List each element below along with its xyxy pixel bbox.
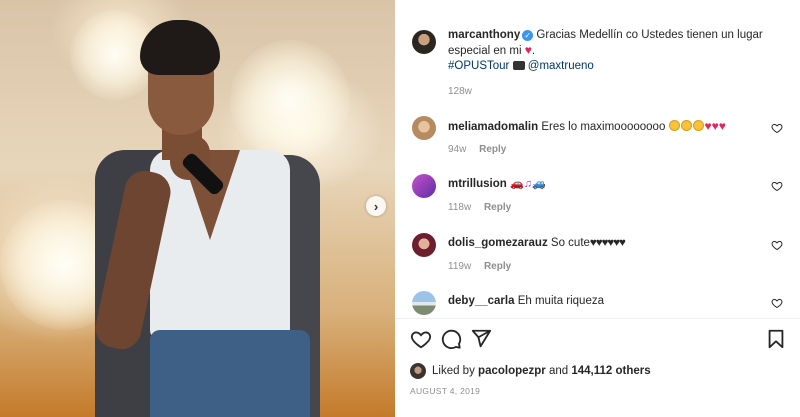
comment-text: mtrillusion 🚗♫🚙	[448, 177, 768, 192]
comment-icon[interactable]	[440, 328, 462, 350]
avatar[interactable]	[412, 30, 436, 54]
avatar[interactable]	[412, 233, 436, 257]
chevron-right-icon: ›	[373, 198, 379, 214]
like-comment-heart-icon[interactable]	[771, 122, 783, 134]
red-heart-icon: ♥	[524, 43, 532, 57]
comment-username[interactable]: dolis_gomezarauz	[448, 237, 548, 249]
send-icon[interactable]	[470, 328, 492, 350]
comment-age[interactable]: 118w	[448, 202, 471, 213]
comment-age[interactable]: 94w	[448, 144, 466, 155]
stage-light	[230, 40, 350, 160]
comment-body: Eres lo maximoooooooo	[541, 121, 666, 133]
comment: deby__carla Eh muita riqueza	[410, 291, 785, 318]
comment-text: dolis_gomezarauz So cute♥♥♥♥♥♥	[448, 236, 768, 251]
comment: dolis_gomezarauz So cute♥♥♥♥♥♥ 119w Repl…	[410, 233, 785, 279]
red-heart-icon: ♥	[704, 119, 712, 133]
likes-summary: Liked by pacolopezpr and 144,112 others	[410, 362, 651, 380]
post-caption: marcanthony ✓ Gracias Medellín co Ustedes…	[410, 28, 785, 98]
bookmark-icon[interactable]	[765, 328, 787, 350]
comment-username[interactable]: mtrillusion	[448, 178, 507, 190]
music-notes-icon: ♫	[523, 178, 532, 190]
comment-body: So cute	[550, 237, 590, 249]
avatar[interactable]	[412, 174, 436, 198]
car-icon: 🚗	[509, 178, 524, 190]
like-comment-heart-icon[interactable]	[771, 239, 783, 251]
comment: mtrillusion 🚗♫🚙 118w Reply	[410, 174, 785, 220]
comment-hearts: ♥♥♥♥♥♥	[589, 237, 626, 249]
smiling-face-icon	[692, 120, 704, 131]
comment: meliamadomalin Eres lo maximoooooooo ♥♥♥…	[410, 116, 785, 162]
heart-icon[interactable]	[410, 328, 432, 350]
comment-meta: 94w Reply	[448, 144, 516, 155]
smiling-face-icon	[680, 120, 692, 131]
avatar[interactable]	[412, 291, 436, 315]
reply-button[interactable]: Reply	[484, 202, 511, 213]
comment-body: Eh muita riqueza	[517, 295, 604, 307]
smiling-face-icon	[668, 120, 680, 131]
post-detail-panel: marcanthony ✓ Gracias Medellín co Ustedes…	[395, 0, 800, 417]
comment-meta: 118w Reply	[448, 202, 521, 213]
reply-button[interactable]: Reply	[484, 261, 511, 272]
red-heart-icon: ♥	[711, 119, 719, 133]
red-heart-icon: ♥	[718, 119, 726, 133]
car-icon: 🚙	[531, 178, 546, 190]
caption-age[interactable]: 128w	[448, 86, 472, 97]
post-photo	[0, 0, 395, 417]
hashtag-link[interactable]: #OPUSTour	[448, 60, 509, 72]
comment-age[interactable]: 119w	[448, 261, 471, 272]
like-comment-heart-icon[interactable]	[771, 180, 783, 192]
like-comment-heart-icon[interactable]	[771, 297, 783, 309]
verified-badge-icon: ✓	[522, 30, 534, 41]
comments-list[interactable]: marcanthony ✓ Gracias Medellín co Ustedes…	[395, 0, 800, 318]
singer-jeans	[150, 330, 310, 417]
avatar[interactable]	[412, 116, 436, 140]
likes-prefix: Liked by	[432, 365, 475, 377]
comment-username[interactable]: meliamadomalin	[448, 121, 538, 133]
comment-text: deby__carla Eh muita riqueza	[448, 294, 768, 309]
post-date[interactable]: AUGUST 4, 2019	[410, 386, 480, 396]
comment-meta: 119w Reply	[448, 261, 521, 272]
likes-username[interactable]: pacolopezpr	[478, 365, 546, 377]
mention-link[interactable]: @maxtrueno	[528, 60, 594, 72]
caption-meta: 128w	[448, 86, 482, 97]
comment-text: meliamadomalin Eres lo maximoooooooo ♥♥♥	[448, 119, 768, 135]
clapper-icon	[512, 61, 525, 70]
caption-text: marcanthony ✓ Gracias Medellín co Ustedes…	[448, 29, 763, 72]
comment-username[interactable]: deby__carla	[448, 295, 515, 307]
caption-username[interactable]: marcanthony	[448, 29, 520, 41]
likes-middle: and	[548, 365, 569, 377]
reply-button[interactable]: Reply	[479, 144, 506, 155]
avatar[interactable]	[410, 363, 426, 379]
divider	[395, 318, 800, 319]
singer-hair	[140, 20, 220, 75]
likes-count[interactable]: 144,112 others	[571, 365, 650, 377]
action-bar	[410, 326, 790, 352]
next-photo-button[interactable]: ›	[366, 196, 386, 216]
